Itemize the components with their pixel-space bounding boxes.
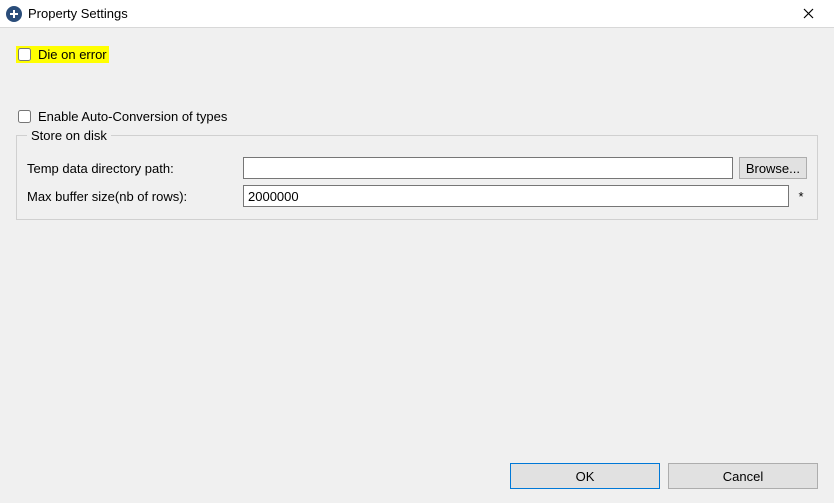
- temp-path-row: Temp data directory path: Browse...: [27, 157, 807, 179]
- ok-button[interactable]: OK: [510, 463, 660, 489]
- dialog-button-bar: OK Cancel: [510, 463, 818, 489]
- dialog-body: Die on error Enable Auto-Conversion of t…: [0, 28, 834, 280]
- max-buffer-input[interactable]: [243, 185, 789, 207]
- close-icon: [803, 6, 814, 22]
- auto-convert-row: Enable Auto-Conversion of types: [16, 109, 818, 124]
- temp-path-input[interactable]: [243, 157, 733, 179]
- required-mark: *: [795, 189, 807, 204]
- auto-convert-label: Enable Auto-Conversion of types: [38, 109, 227, 124]
- browse-button[interactable]: Browse...: [739, 157, 807, 179]
- temp-path-label: Temp data directory path:: [27, 161, 237, 176]
- die-on-error-label: Die on error: [38, 47, 107, 62]
- die-on-error-checkbox[interactable]: [18, 48, 31, 61]
- cancel-button[interactable]: Cancel: [668, 463, 818, 489]
- max-buffer-row: Max buffer size(nb of rows): *: [27, 185, 807, 207]
- titlebar: Property Settings: [0, 0, 834, 28]
- window-title: Property Settings: [28, 6, 788, 21]
- close-button[interactable]: [788, 0, 828, 28]
- max-buffer-label: Max buffer size(nb of rows):: [27, 189, 237, 204]
- store-on-disk-group: Store on disk Temp data directory path: …: [16, 128, 818, 220]
- die-on-error-row: Die on error: [16, 46, 818, 63]
- die-on-error-highlight: Die on error: [16, 46, 109, 63]
- app-icon: [6, 6, 22, 22]
- auto-convert-checkbox[interactable]: [18, 110, 31, 123]
- store-on-disk-legend: Store on disk: [27, 128, 111, 143]
